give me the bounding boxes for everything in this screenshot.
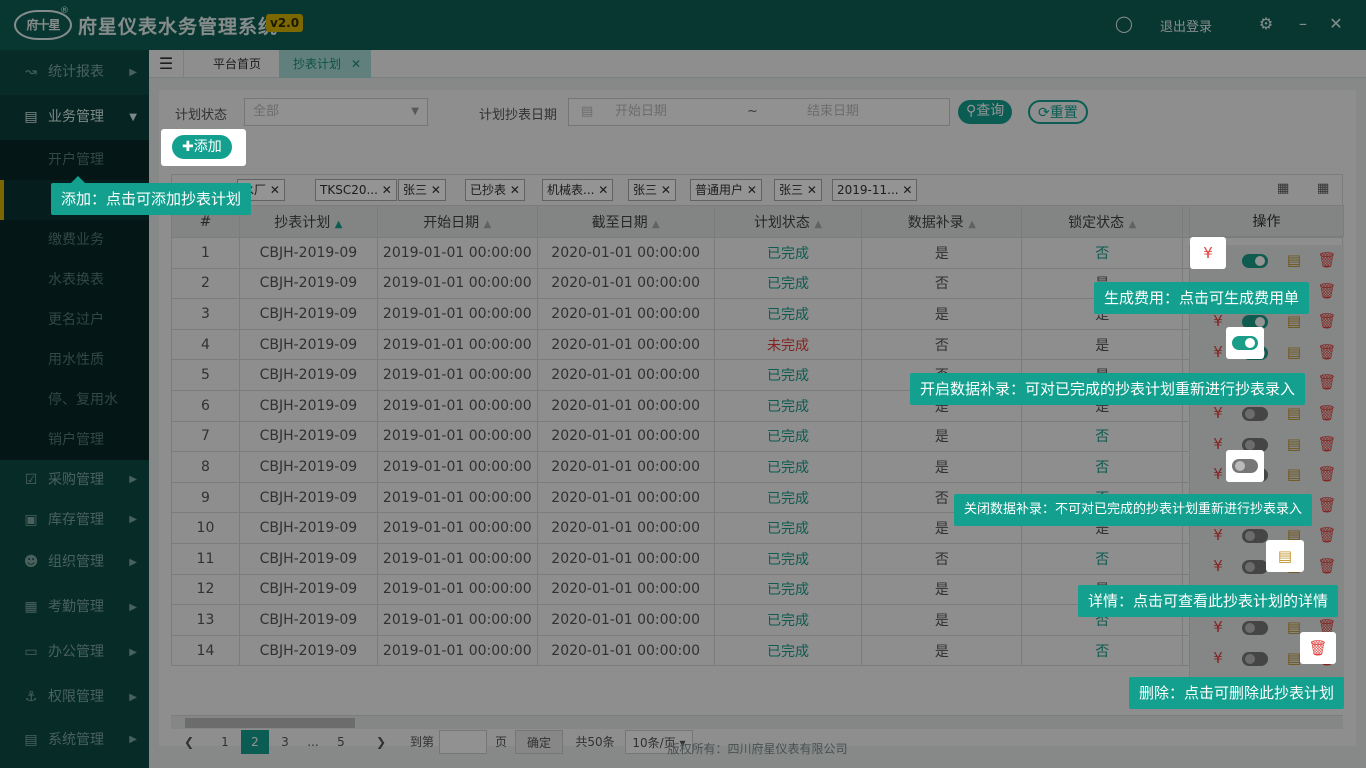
tip-fee: 生成费用：点击可生成费用单 bbox=[1094, 282, 1310, 314]
tip-close: 关闭数据补录：不可对已完成的抄表计划重新进行抄表录入 bbox=[954, 494, 1313, 526]
tip-delete: 删除：点击可删除此抄表计划 bbox=[1129, 677, 1345, 709]
detail-icon[interactable]: ▤ bbox=[1274, 545, 1296, 567]
supplement-toggle-off[interactable] bbox=[1232, 459, 1258, 473]
add-highlight: ✚添加 bbox=[161, 129, 246, 166]
switch-off-highlight bbox=[1226, 450, 1264, 482]
delete-highlight: 🗑 bbox=[1300, 632, 1336, 664]
tip-add: 添加：点击可添加抄表计划 bbox=[51, 176, 252, 215]
tip-open: 开启数据补录：可对已完成的抄表计划重新进行抄表录入 bbox=[910, 373, 1306, 405]
supplement-toggle-on[interactable] bbox=[1232, 336, 1258, 350]
generate-fee-icon[interactable]: ¥ bbox=[1197, 242, 1219, 264]
detail-highlight: ▤ bbox=[1266, 540, 1304, 572]
trash-icon[interactable]: 🗑 bbox=[1307, 637, 1329, 659]
add-button[interactable]: ✚添加 bbox=[172, 135, 232, 159]
switch-on-highlight bbox=[1226, 327, 1264, 359]
fee-highlight: ¥ bbox=[1190, 237, 1226, 269]
tip-detail: 详情：点击可查看此抄表计划的详情 bbox=[1078, 585, 1339, 617]
